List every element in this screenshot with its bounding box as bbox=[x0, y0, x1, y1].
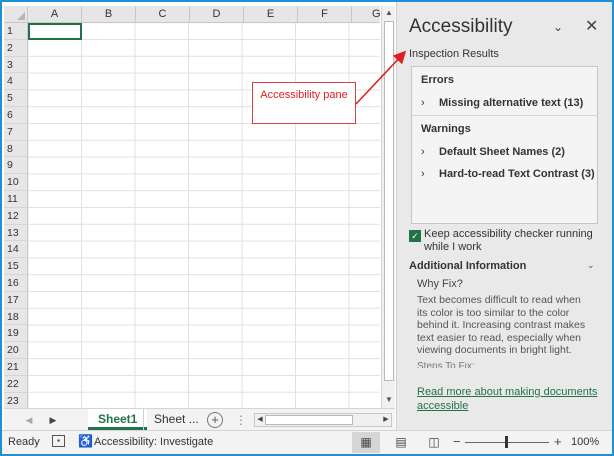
row-header[interactable]: 20 bbox=[4, 342, 28, 359]
why-fix-text: Text becomes difficult to read when its … bbox=[417, 294, 586, 357]
chevron-right-icon: › bbox=[421, 97, 425, 109]
errors-heading: Errors bbox=[421, 74, 455, 86]
row-header[interactable]: 2 bbox=[4, 39, 28, 57]
row-header[interactable]: 10 bbox=[4, 174, 28, 191]
row-header[interactable]: 7 bbox=[4, 123, 28, 141]
accessibility-pane-callout: Accessibility pane bbox=[252, 82, 356, 124]
row-header[interactable]: 16 bbox=[4, 275, 28, 292]
result-label: Default Sheet Names (2) bbox=[439, 146, 565, 158]
additional-info-heading[interactable]: Additional Information bbox=[409, 260, 526, 272]
chevron-right-icon: › bbox=[421, 168, 425, 180]
row-header[interactable]: 19 bbox=[4, 325, 28, 343]
sheet-tab-sheet1[interactable]: Sheet1 bbox=[88, 409, 148, 430]
why-fix-heading: Why Fix? bbox=[417, 278, 463, 290]
accessibility-icon[interactable]: ♿ bbox=[78, 434, 93, 448]
sheet-tabs-bar: ◀ ▶ Sheet1 Sheet ... + ⋮ ◀ ▶ bbox=[4, 408, 395, 430]
select-all-corner[interactable] bbox=[4, 6, 28, 23]
cell-area[interactable] bbox=[28, 23, 380, 408]
pane-options-chevron-icon[interactable]: ⌄ bbox=[553, 20, 563, 34]
zoom-in-icon[interactable]: + bbox=[554, 434, 562, 449]
row-header[interactable]: 4 bbox=[4, 73, 28, 91]
row-header[interactable]: 13 bbox=[4, 224, 28, 242]
column-header-d[interactable]: D bbox=[190, 6, 244, 23]
column-header-b[interactable]: B bbox=[82, 6, 136, 23]
row-header[interactable]: 22 bbox=[4, 375, 28, 393]
row-header[interactable]: 8 bbox=[4, 140, 28, 158]
keep-running-label: Keep accessibility checker running while… bbox=[424, 228, 593, 253]
row-header[interactable]: 18 bbox=[4, 308, 28, 326]
zoom-level[interactable]: 100% bbox=[571, 436, 599, 448]
row-header[interactable]: 5 bbox=[4, 90, 28, 107]
accessibility-status[interactable]: Accessibility: Investigate bbox=[94, 436, 213, 448]
macro-record-icon[interactable]: ▪ bbox=[52, 435, 65, 447]
chevron-right-icon: › bbox=[421, 146, 425, 158]
column-header-g[interactable]: G bbox=[352, 6, 380, 23]
row-header[interactable]: 1 bbox=[4, 23, 28, 40]
status-bar: Ready ▪ ♿ Accessibility: Investigate ▦ ▤… bbox=[2, 430, 612, 454]
add-sheet-button[interactable]: + bbox=[207, 412, 223, 428]
zoom-out-icon[interactable]: − bbox=[453, 434, 461, 449]
row-header[interactable]: 21 bbox=[4, 359, 28, 376]
vertical-scrollbar[interactable]: ▲ ▼ bbox=[381, 6, 395, 408]
sheet-tab-more[interactable]: Sheet ... bbox=[143, 409, 209, 430]
row-header[interactable]: 17 bbox=[4, 291, 28, 309]
read-more-link[interactable]: Read more about making documents accessi… bbox=[417, 386, 603, 413]
column-header-a[interactable]: A bbox=[28, 6, 82, 23]
keep-running-checkbox[interactable]: ✓ bbox=[409, 230, 421, 242]
result-text-contrast[interactable]: › Hard-to-read Text Contrast (3) bbox=[421, 168, 595, 180]
page-break-view-icon[interactable]: ◫ bbox=[420, 432, 448, 453]
row-header[interactable]: 9 bbox=[4, 157, 28, 175]
next-sheet-icon[interactable]: ▶ bbox=[46, 412, 60, 428]
more-tabs-icon[interactable]: ⋮ bbox=[235, 411, 247, 429]
vertical-scroll-thumb[interactable] bbox=[384, 21, 394, 381]
inspection-results-box: Errors › Missing alternative text (13) Wa… bbox=[411, 66, 598, 224]
status-ready: Ready bbox=[8, 436, 40, 448]
scroll-left-icon[interactable]: ◀ bbox=[255, 414, 265, 426]
result-missing-alt-text[interactable]: › Missing alternative text (13) bbox=[421, 97, 583, 109]
accessibility-pane: Accessibility ⌄ ✕ Inspection Results Err… bbox=[396, 2, 612, 430]
row-header[interactable]: 11 bbox=[4, 191, 28, 208]
horizontal-scroll-thumb[interactable] bbox=[265, 415, 353, 425]
row-header[interactable]: 6 bbox=[4, 107, 28, 124]
row-header[interactable]: 12 bbox=[4, 207, 28, 225]
page-layout-view-icon[interactable]: ▤ bbox=[387, 432, 415, 453]
zoom-slider-thumb[interactable] bbox=[505, 436, 508, 448]
horizontal-scrollbar[interactable]: ◀ ▶ bbox=[254, 413, 392, 427]
divider bbox=[412, 115, 597, 116]
prev-sheet-icon[interactable]: ◀ bbox=[22, 412, 36, 428]
column-header-f[interactable]: F bbox=[298, 6, 352, 23]
warnings-heading: Warnings bbox=[421, 123, 471, 135]
scroll-down-icon[interactable]: ▼ bbox=[383, 394, 395, 406]
result-default-sheet-names[interactable]: › Default Sheet Names (2) bbox=[421, 146, 565, 158]
normal-view-icon[interactable]: ▦ bbox=[352, 432, 380, 453]
column-header-c[interactable]: C bbox=[136, 6, 190, 23]
column-headers: A B C D E F G bbox=[4, 6, 380, 23]
row-header[interactable]: 23 bbox=[4, 392, 28, 408]
inspection-results-label: Inspection Results bbox=[409, 48, 499, 60]
row-header[interactable]: 14 bbox=[4, 241, 28, 259]
steps-to-fix-heading: Steps To Fix: bbox=[417, 362, 475, 368]
active-cell[interactable] bbox=[28, 23, 82, 40]
row-header[interactable]: 15 bbox=[4, 258, 28, 275]
scroll-right-icon[interactable]: ▶ bbox=[381, 414, 391, 426]
close-icon[interactable]: ✕ bbox=[585, 16, 598, 36]
chevron-down-icon[interactable]: ⌄ bbox=[587, 260, 595, 271]
result-label: Hard-to-read Text Contrast (3) bbox=[439, 168, 595, 180]
result-label: Missing alternative text (13) bbox=[439, 97, 584, 109]
row-header[interactable]: 3 bbox=[4, 56, 28, 74]
column-header-e[interactable]: E bbox=[244, 6, 298, 23]
pane-title: Accessibility bbox=[409, 16, 513, 37]
scroll-up-icon[interactable]: ▲ bbox=[383, 7, 395, 19]
worksheet-grid[interactable]: A B C D E F G 1 2 3 4 5 6 7 8 9 10 11 12 13 14 15 16 17 1… bbox=[4, 6, 380, 408]
